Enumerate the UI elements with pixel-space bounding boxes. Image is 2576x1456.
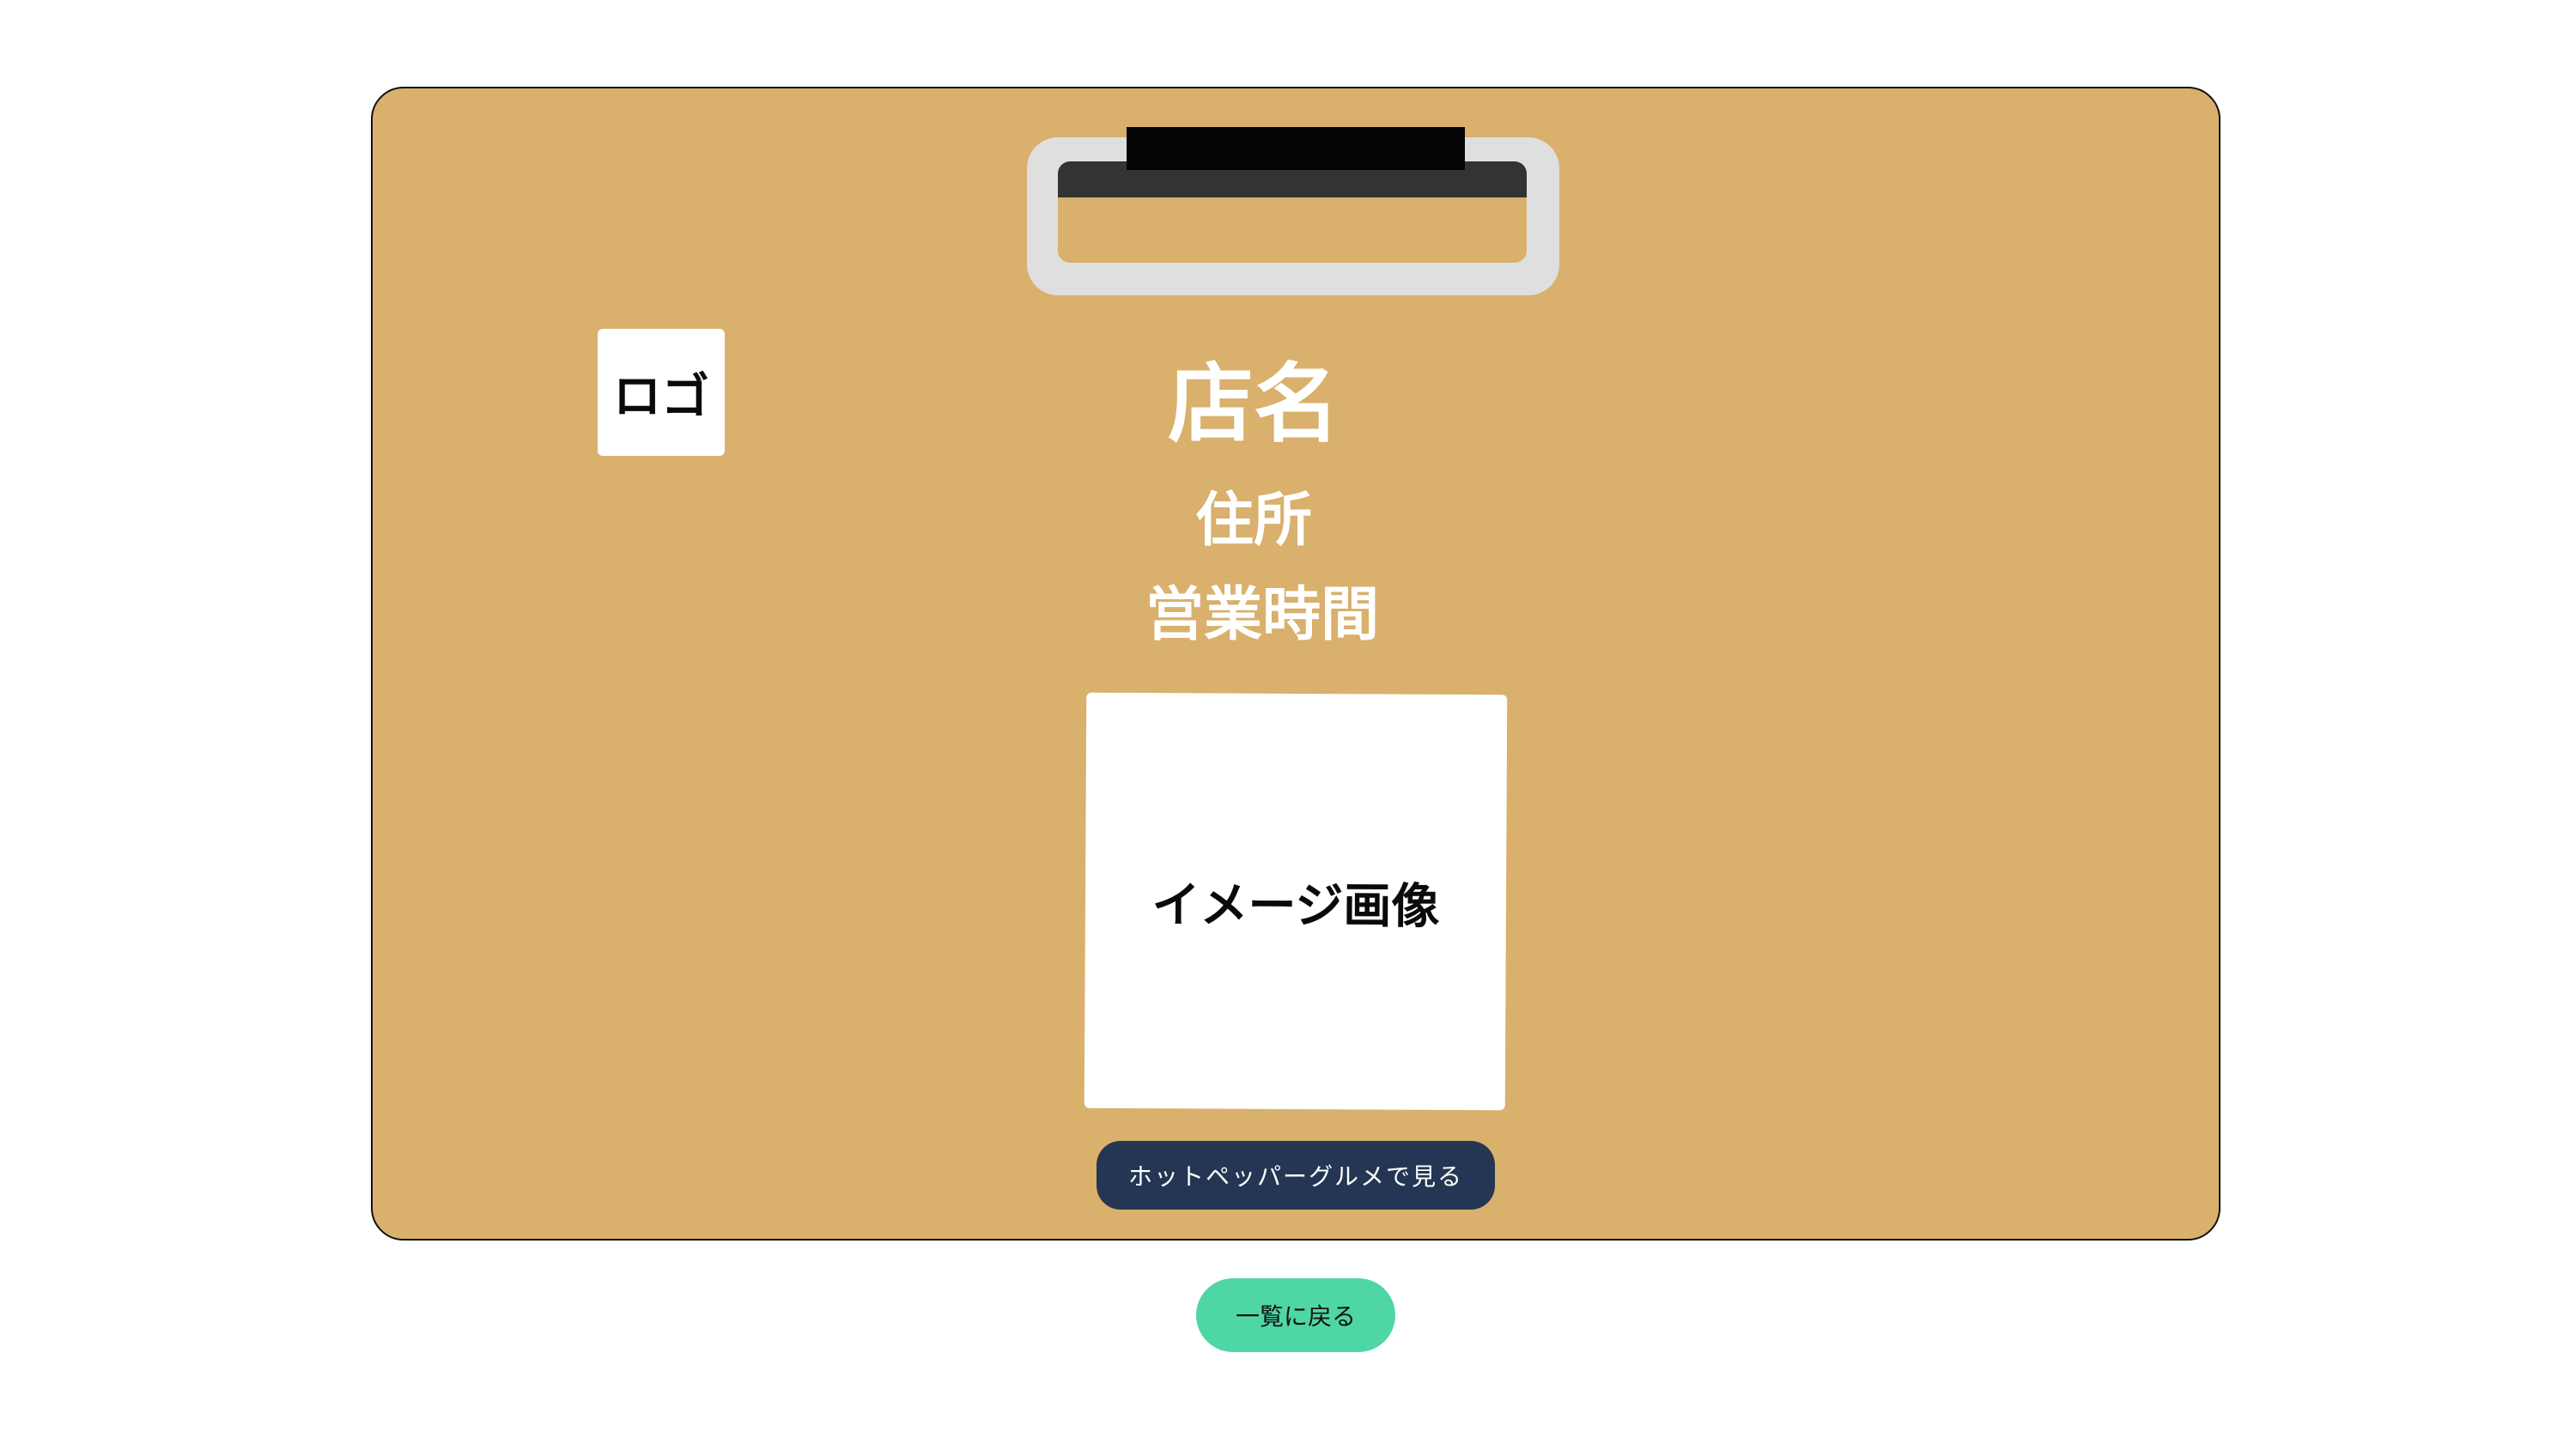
clip-tape [1127, 127, 1465, 170]
shop-address: 住所 [1194, 487, 1312, 555]
page: ロゴ 店名 住所 営業時間 イメージ画像 ホットペッパーグルメで見る 一覧に戻る [0, 0, 2576, 1456]
shop-image: イメージ画像 [1084, 692, 1508, 1111]
clip-inner [1058, 161, 1527, 263]
back-to-list-button[interactable]: 一覧に戻る [1196, 1278, 1395, 1352]
shop-hours: 営業時間 [1145, 581, 1379, 649]
shop-name: 店名 [1168, 354, 1340, 454]
hotpepper-link-button[interactable]: ホットペッパーグルメで見る [1097, 1141, 1495, 1210]
shop-logo: ロゴ [598, 329, 725, 456]
clipboard-clip-icon [1027, 127, 1559, 295]
